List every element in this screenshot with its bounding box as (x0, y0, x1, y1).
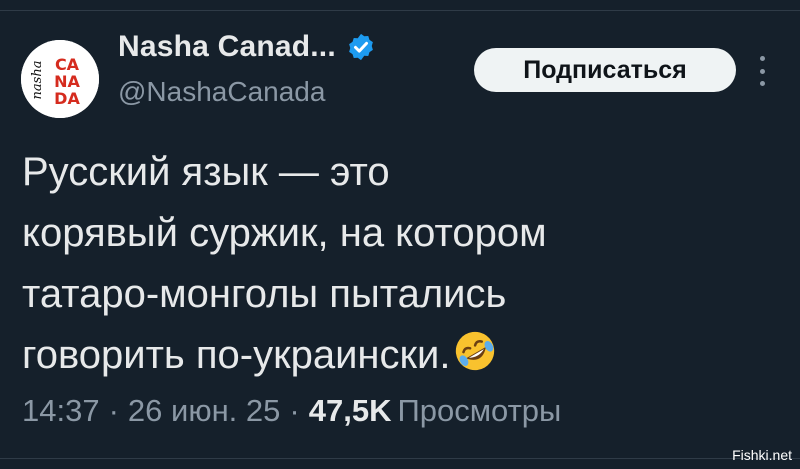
more-dot (759, 68, 765, 74)
avatar[interactable]: nasha CA NA DA (21, 40, 99, 118)
avatar-script-text: nasha (30, 61, 45, 100)
meta-separator: · (289, 393, 300, 428)
author-name-row: Nasha Canad... (118, 30, 376, 64)
tweet-text-line-last: говорить по-украински. (22, 325, 762, 386)
verified-badge-icon (349, 33, 373, 61)
author-handle[interactable]: @NashaCanada (118, 76, 376, 108)
tweet-text-line: корявый суржик, на котором (22, 211, 547, 255)
subscribe-button[interactable]: Подписаться (474, 48, 736, 92)
tweet-text-line-content: говорить по-украински. (22, 333, 451, 377)
tweet-text-line: татаро-монголы пытались (22, 272, 507, 316)
tweet-date[interactable]: 26 июн. 25 (128, 393, 281, 429)
bottom-divider (0, 458, 800, 459)
tweet-text: Русский язык — это корявый суржик, на ко… (22, 142, 762, 386)
meta-separator: · (108, 393, 119, 428)
author-display-name[interactable]: Nasha Canad... (118, 30, 336, 64)
avatar-row3-text: DA (54, 89, 80, 108)
author-header: Nasha Canad... @NashaCanada (118, 30, 376, 108)
tweet-text-line: Русский язык — это (22, 150, 390, 194)
tweet-time[interactable]: 14:37 (22, 393, 100, 429)
tweet-meta: 14:37 · 26 июн. 25 · 47,5K Просмотры (22, 391, 561, 431)
more-dot (759, 56, 765, 61)
views-count[interactable]: 47,5K (309, 393, 392, 429)
rolling-on-floor-laughing-emoji-icon (456, 331, 495, 371)
watermark: Fishki.net (732, 447, 792, 463)
views-label: Просмотры (397, 393, 562, 428)
tweet-screenshot: nasha CA NA DA Nasha Canad... @NashaCana… (0, 0, 800, 469)
more-dot (759, 81, 765, 86)
nasha-canada-logo-icon: nasha CA NA DA (21, 40, 99, 118)
more-options-icon[interactable] (752, 56, 772, 86)
top-divider (0, 10, 800, 11)
